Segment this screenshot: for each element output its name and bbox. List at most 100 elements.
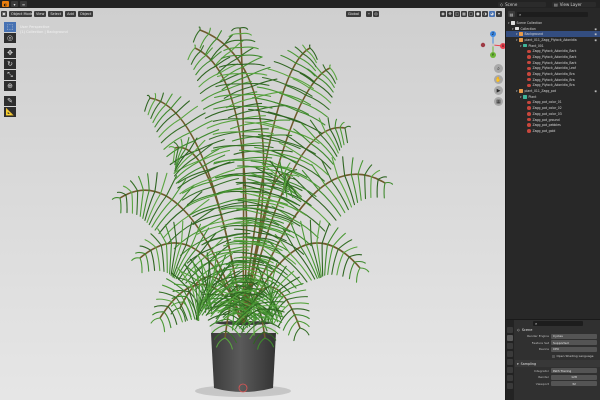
render-tab-icon[interactable] [507,335,513,341]
navigation-gizmo[interactable]: Z X Y [478,30,505,60]
material-shading-icon[interactable]: ◑ [482,10,488,17]
viewport-render [0,8,505,400]
perspective-toggle-icon[interactable]: ▦ [494,97,503,106]
rendered-shading-icon[interactable]: ◕ [489,10,495,17]
mode-selector[interactable]: Object Mode [9,10,34,17]
scene-collection-icon [511,21,515,25]
menu-select[interactable]: Select [48,10,64,17]
visibility-eye-icon[interactable]: ◉ [594,38,597,42]
device-dropdown[interactable]: CPU [551,346,597,352]
integrator-dropdown[interactable]: Path Tracing [551,368,597,374]
measure-icon[interactable]: 📐 [4,107,16,117]
material-icon [527,66,531,71]
menu-object[interactable]: Object [77,10,94,17]
transform-orientation[interactable]: Global [345,10,361,17]
shading-options-icon[interactable]: ▾ [496,10,502,17]
scale-icon[interactable]: ⤡ [4,70,16,80]
material-icon [527,60,531,65]
scene-tab-icon[interactable] [507,359,513,365]
search-icon: ⌕ [535,321,538,326]
osl-checkbox[interactable] [552,354,555,358]
xray-icon[interactable]: ▦ [461,10,467,17]
3d-viewport[interactable]: ▣ Object Mode View Select Add Object Glo… [0,8,505,400]
material-icon [527,129,531,133]
render-engine-row: Render Engine Cycles [515,333,600,340]
scene-selector[interactable]: ◇ Scene [498,1,546,7]
zoom-icon[interactable]: ⌕ [494,64,503,73]
render-engine-label: Render Engine [527,334,549,339]
layers-icon: ▤ [554,1,558,7]
osl-row: Open Shading Language [515,353,600,360]
visibility-eye-icon[interactable]: ◉ [594,89,597,93]
world-tab-icon[interactable] [507,367,513,373]
outliner-search-input[interactable]: ⌕ [517,11,588,17]
tool-tab-icon[interactable] [507,327,513,333]
viewport-samples-field[interactable]: 32 [551,381,597,387]
scene-icon: ◇ [517,327,520,332]
outliner-item-label: Zagg_Plylock_Adonidia_Leaf [532,66,576,71]
outliner-item-label: Zagg_Plylock_Adonidia_Bra [532,77,575,82]
outliner-item-label: Zagg_pot_color_01 [532,100,562,105]
outliner-list: ▾ Collection ◉ ▾ Background ◉ ▾ plant_011_Zagg_… [506,26,600,134]
camera-view-icon[interactable]: ▶ [494,86,503,95]
outliner-panel: ▤ ⌕ ▾ Scene Collection ▾ Collection ◉ ▾ Back… [506,8,600,319]
blender-menu-icon[interactable]: ◐ [2,1,9,7]
editor-type-icon[interactable]: ▣ [1,10,7,17]
transform-icon[interactable]: ⊕ [4,81,16,91]
feature-set-label: Feature Set [531,340,549,345]
visibility-eye-icon[interactable]: ◉ [594,32,597,36]
editor-type-icon[interactable]: ▾ [11,1,18,7]
rotate-icon[interactable]: ↻ [4,59,16,69]
object-tab-icon[interactable] [507,375,513,381]
material-icon [527,117,531,122]
material-icon [527,106,531,110]
display-mode-icon[interactable]: ▤ [508,11,515,17]
proportional-edit-icon[interactable]: ◎ [373,10,379,17]
collection-icon [515,26,519,31]
render-samples-field[interactable]: 128 [551,374,597,380]
viewport-samples-label: Viewport [535,381,549,386]
annotate-icon[interactable]: ✎ [4,96,16,106]
outliner-item-label: Zagg_pot_color_02 [532,106,562,111]
modifier-tab-icon[interactable] [507,383,513,389]
wireframe-shading-icon[interactable]: ◯ [468,10,474,17]
visibility-icon[interactable]: ◉ [440,10,446,17]
top-bar: ◐ ▾ ≡ ◇ Scene ▤ View Layer [0,0,600,8]
object-mode-label: Object Mode [11,11,34,16]
material-icon [527,100,531,105]
select-box-icon[interactable]: ⬚ [4,22,16,32]
feature-set-dropdown[interactable]: Supported [551,340,597,346]
properties-title: Scene [521,327,533,332]
material-icon [527,77,531,82]
render-samples-row: Render 128 [515,374,600,381]
sampling-section-label: Sampling [520,361,537,366]
solid-shading-icon[interactable]: ● [475,10,481,17]
viewport-samples-row: Viewport 32 [515,381,600,388]
material-icon [527,123,531,127]
cursor-icon[interactable]: ◎ [4,33,16,43]
feature-set-row: Feature Set Supported [515,340,600,347]
gizmo-toggle-icon[interactable]: ✥ [447,10,453,17]
pan-hand-icon[interactable]: ✋ [494,75,503,84]
collapse-icon: ▾ [517,361,519,366]
snap-icon[interactable]: ⌁ [366,10,372,17]
outliner-item-label: Zagg_Plylock_Adonidia_Bark [532,54,577,59]
viewport-header: ▣ Object Mode View Select Add Object Glo… [0,8,505,19]
outliner-item-label: Zagg_pot_pebbles [532,123,561,128]
view-layer-selector[interactable]: ▤ View Layer [552,1,596,7]
outliner-item[interactable]: Zagg_pot_gold [506,128,600,134]
menu-view[interactable]: View [34,10,47,17]
render-engine-dropdown[interactable]: Cycles [551,333,597,339]
menu-add[interactable]: Add [65,10,76,17]
output-tab-icon[interactable] [507,343,513,349]
orientation-label: Global [347,11,359,16]
visibility-eye-icon[interactable]: ◉ [594,27,597,31]
file-menu-icon[interactable]: ≡ [20,1,27,7]
overlay-toggle-icon[interactable]: ◫ [454,10,460,17]
integrator-label: Integrator [533,368,549,373]
view-layer-tab-icon[interactable] [507,351,513,357]
move-icon[interactable]: ✥ [4,48,16,58]
view-layer-label: View Layer [559,1,582,7]
sampling-section-header[interactable]: ▾ Sampling [515,360,600,368]
outliner-item-label: plant_011_Zagg_pot [524,89,556,94]
